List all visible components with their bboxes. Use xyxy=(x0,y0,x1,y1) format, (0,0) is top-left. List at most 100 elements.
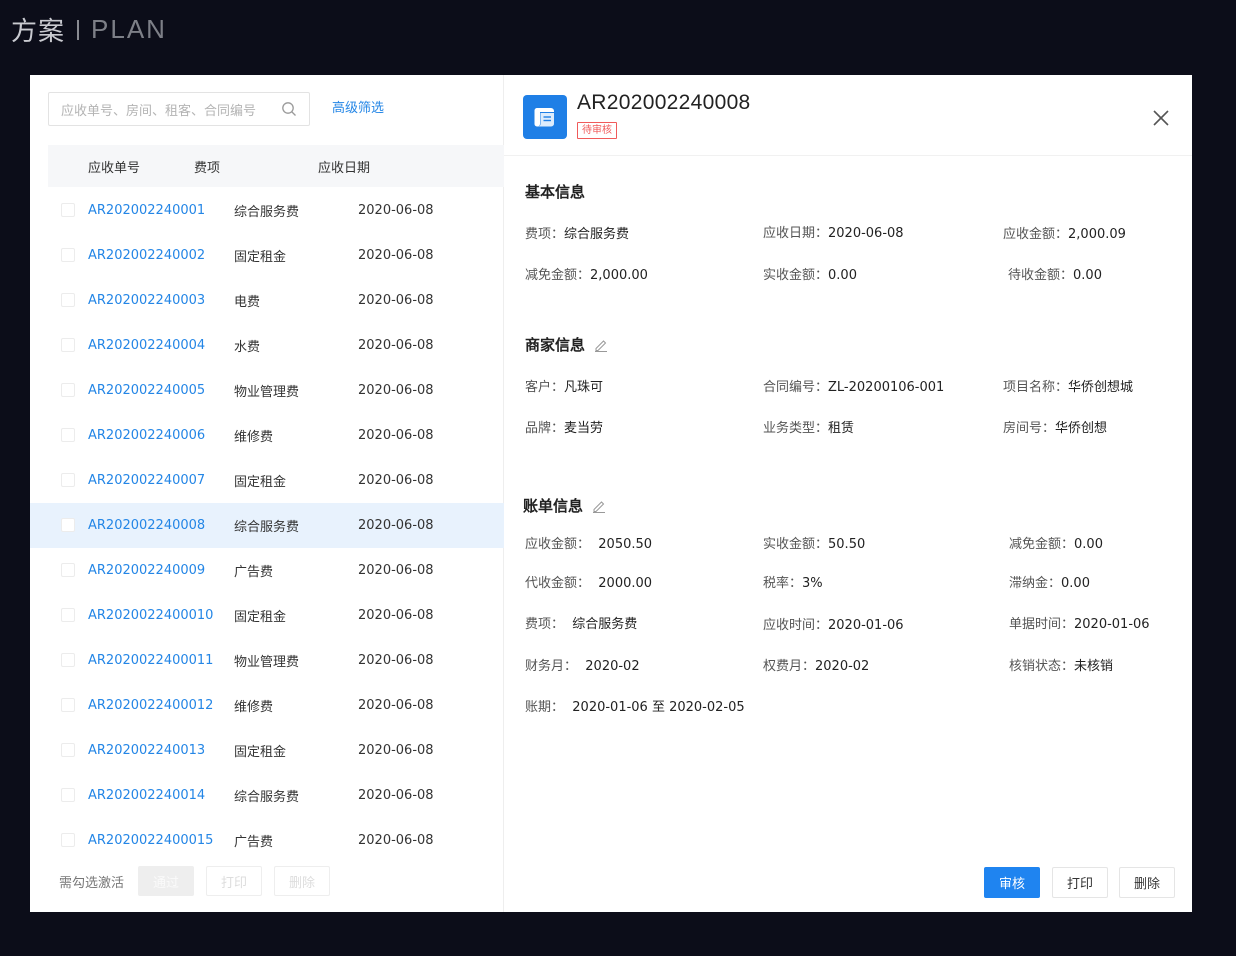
row-fee: 综合服务费 xyxy=(234,520,300,535)
row-fee: 水费 xyxy=(234,340,261,355)
search-input[interactable]: 应收单号、房间、租客、合同编号 xyxy=(48,92,310,126)
row-date: 2020-06-08 xyxy=(358,788,434,803)
row-fee: 固定租金 xyxy=(234,250,287,265)
row-date: 2020-06-08 xyxy=(358,608,434,623)
row-checkbox[interactable] xyxy=(61,563,75,577)
field-bill-rights-month: 权费月：2020-02 xyxy=(763,659,870,674)
receivable-rows: AR202002240001 综合服务费 2020-06-08 AR202002240… xyxy=(30,188,504,863)
table-row[interactable]: AR2020022400012 维修费 2020-06-08 xyxy=(30,683,504,728)
field-room-no: 房间号：华侨创想 xyxy=(1003,421,1108,436)
document-number: AR202002240008 xyxy=(577,91,751,114)
edit-bill-icon[interactable] xyxy=(592,499,606,513)
field-bill-collect: 代收金额： 2000.00 xyxy=(525,576,653,591)
field-receivable-amount: 应收金额：2,000.09 xyxy=(1003,227,1126,242)
row-fee: 综合服务费 xyxy=(234,790,300,805)
edit-merchant-icon[interactable] xyxy=(594,338,608,352)
row-date: 2020-06-08 xyxy=(358,473,434,488)
field-pending-amount: 待收金额：0.00 xyxy=(1008,268,1102,283)
row-date: 2020-06-08 xyxy=(358,833,434,848)
row-fee: 固定租金 xyxy=(234,475,287,490)
batch-delete-button[interactable]: 删除 xyxy=(274,866,331,896)
table-row[interactable]: AR202002240009 广告费 2020-06-08 xyxy=(30,548,504,593)
field-fee: 费项：综合服务费 xyxy=(525,227,630,242)
row-date: 2020-06-08 xyxy=(358,338,434,353)
row-checkbox[interactable] xyxy=(61,833,75,847)
row-date: 2020-06-08 xyxy=(358,248,434,263)
field-project-name: 项目名称：华侨创想城 xyxy=(1003,380,1134,395)
row-fee: 固定租金 xyxy=(234,610,287,625)
column-header-date[interactable]: 应收日期 xyxy=(318,157,448,176)
table-row[interactable]: AR202002240003 电费 2020-06-08 xyxy=(30,278,504,323)
row-checkbox[interactable] xyxy=(61,473,75,487)
field-bill-actual: 实收金额：50.50 xyxy=(763,537,866,552)
section-merchant-title: 商家信息 xyxy=(525,336,586,354)
receivable-list-panel: 应收单号、房间、租客、合同编号 高级筛选 应收单号 费项 应收日期 AR2020… xyxy=(30,75,504,912)
advanced-filter-link[interactable]: 高级筛选 xyxy=(332,97,384,116)
row-date: 2020-06-08 xyxy=(358,203,434,218)
table-row[interactable]: AR202002240007 固定租金 2020-06-08 xyxy=(30,458,504,503)
section-bill-info: 账单信息 xyxy=(523,495,606,516)
row-date: 2020-06-08 xyxy=(358,518,434,533)
receivable-detail-panel: AR202002240008 待审核 基本信息 费项：综合服务费 应收日期：20… xyxy=(504,75,1192,912)
row-fee: 综合服务费 xyxy=(234,205,300,220)
row-fee: 广告费 xyxy=(234,835,274,850)
column-header-no[interactable]: 应收单号 xyxy=(48,157,194,176)
table-row[interactable]: AR202002240001 综合服务费 2020-06-08 xyxy=(30,188,504,233)
table-row[interactable]: AR202002240002 固定租金 2020-06-08 xyxy=(30,233,504,278)
page-title-cn: 方案 xyxy=(11,17,66,47)
row-checkbox[interactable] xyxy=(61,248,75,262)
row-checkbox[interactable] xyxy=(61,788,75,802)
delete-button[interactable]: 删除 xyxy=(1119,867,1175,898)
table-row[interactable]: AR202002240005 物业管理费 2020-06-08 xyxy=(30,368,504,413)
row-fee: 广告费 xyxy=(234,565,274,580)
batch-approve-button[interactable]: 通过 xyxy=(138,866,195,896)
receivable-modal: 应收单号、房间、租客、合同编号 高级筛选 应收单号 费项 应收日期 AR2020… xyxy=(30,75,1192,912)
field-bill-writeoff-state: 核销状态：未核销 xyxy=(1009,659,1114,674)
row-checkbox[interactable] xyxy=(61,608,75,622)
row-fee: 电费 xyxy=(234,295,261,310)
field-bill-receivable: 应收金额： 2050.50 xyxy=(525,537,653,552)
field-waive-amount: 减免金额：2,000.00 xyxy=(525,268,648,283)
table-row[interactable]: AR202002240004 水费 2020-06-08 xyxy=(30,323,504,368)
row-checkbox[interactable] xyxy=(61,518,75,532)
table-row[interactable]: AR202002240006 维修费 2020-06-08 xyxy=(30,413,504,458)
row-checkbox[interactable] xyxy=(61,293,75,307)
row-fee: 物业管理费 xyxy=(234,385,300,400)
search-icon[interactable] xyxy=(281,101,297,117)
field-contract-no: 合同编号：ZL-20200106-001 xyxy=(763,380,945,395)
search-placeholder: 应收单号、房间、租客、合同编号 xyxy=(61,103,257,119)
field-bill-fee: 费项： 综合服务费 xyxy=(525,617,638,632)
field-bill-doc-time: 单据时间：2020-01-06 xyxy=(1009,617,1150,632)
table-row[interactable]: AR202002240014 综合服务费 2020-06-08 xyxy=(30,773,504,818)
batch-print-button[interactable]: 打印 xyxy=(206,866,263,896)
field-customer: 客户：凡珠可 xyxy=(525,380,604,395)
row-checkbox[interactable] xyxy=(61,698,75,712)
table-row[interactable]: AR202002240013 固定租金 2020-06-08 xyxy=(30,728,504,773)
row-date: 2020-06-08 xyxy=(358,428,434,443)
title-divider xyxy=(77,19,80,40)
row-date: 2020-06-08 xyxy=(358,383,434,398)
column-header-fee[interactable]: 费项 xyxy=(194,157,318,176)
section-bill-title: 账单信息 xyxy=(523,497,584,515)
close-icon[interactable] xyxy=(1152,109,1170,127)
row-checkbox[interactable] xyxy=(61,653,75,667)
row-fee: 固定租金 xyxy=(234,745,287,760)
page-title-en: PLAN xyxy=(91,14,167,44)
row-checkbox[interactable] xyxy=(61,203,75,217)
field-bill-period: 账期： 2020-01-06 至 2020-02-05 xyxy=(525,700,745,715)
table-row[interactable]: AR2020022400010 固定租金 2020-06-08 xyxy=(30,593,504,638)
header-divider xyxy=(504,155,1192,156)
row-checkbox[interactable] xyxy=(61,383,75,397)
list-footer: 需勾选激活 通过 打印 删除 xyxy=(30,850,504,912)
section-merchant-info: 商家信息 xyxy=(525,334,608,355)
section-basic-title: 基本信息 xyxy=(525,183,586,201)
table-row[interactable]: AR2020022400011 物业管理费 2020-06-08 xyxy=(30,638,504,683)
row-checkbox[interactable] xyxy=(61,743,75,757)
field-bill-finance-month: 财务月： 2020-02 xyxy=(525,659,640,674)
approve-button[interactable]: 审核 xyxy=(984,867,1040,898)
row-checkbox[interactable] xyxy=(61,338,75,352)
row-checkbox[interactable] xyxy=(61,428,75,442)
document-icon xyxy=(523,95,567,139)
print-button[interactable]: 打印 xyxy=(1052,867,1108,898)
table-row[interactable]: AR202002240008 综合服务费 2020-06-08 xyxy=(30,503,504,548)
